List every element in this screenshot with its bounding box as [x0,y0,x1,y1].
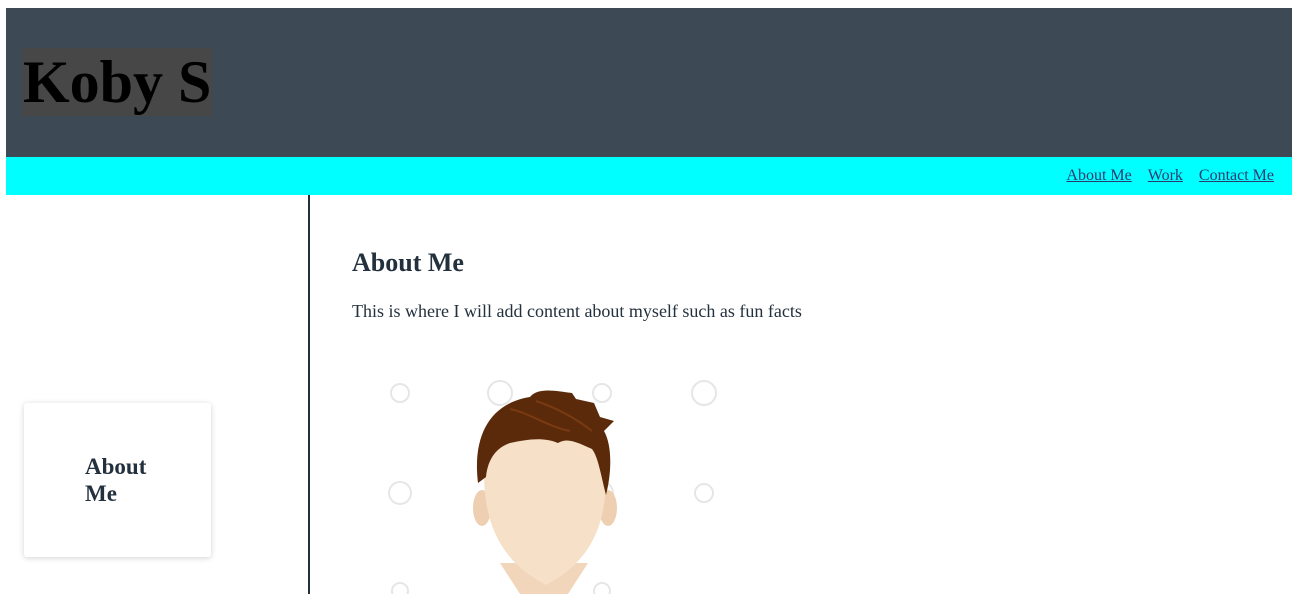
avatar-illustration-icon [360,373,720,594]
main-content: About Me This is where I will add conten… [352,195,1252,594]
section-title: About Me [352,248,464,277]
site-header: Koby S [6,8,1292,157]
section-text: This is where I will add content about m… [352,301,802,321]
page: Koby S About Me Work Contact Me About Me… [6,8,1292,594]
sidebar-card-title: About Me [85,454,147,506]
nav-link-about-me[interactable]: About Me [1066,167,1131,185]
site-title: Koby S [22,48,213,116]
nav-bar: About Me Work Contact Me [6,157,1292,195]
nav-links: About Me Work Contact Me [1066,157,1274,195]
sidebar: About Me [6,195,310,594]
nav-link-work[interactable]: Work [1148,167,1183,185]
sidebar-card-about-me[interactable]: About Me [24,403,211,557]
nav-link-contact-me[interactable]: Contact Me [1199,167,1274,185]
